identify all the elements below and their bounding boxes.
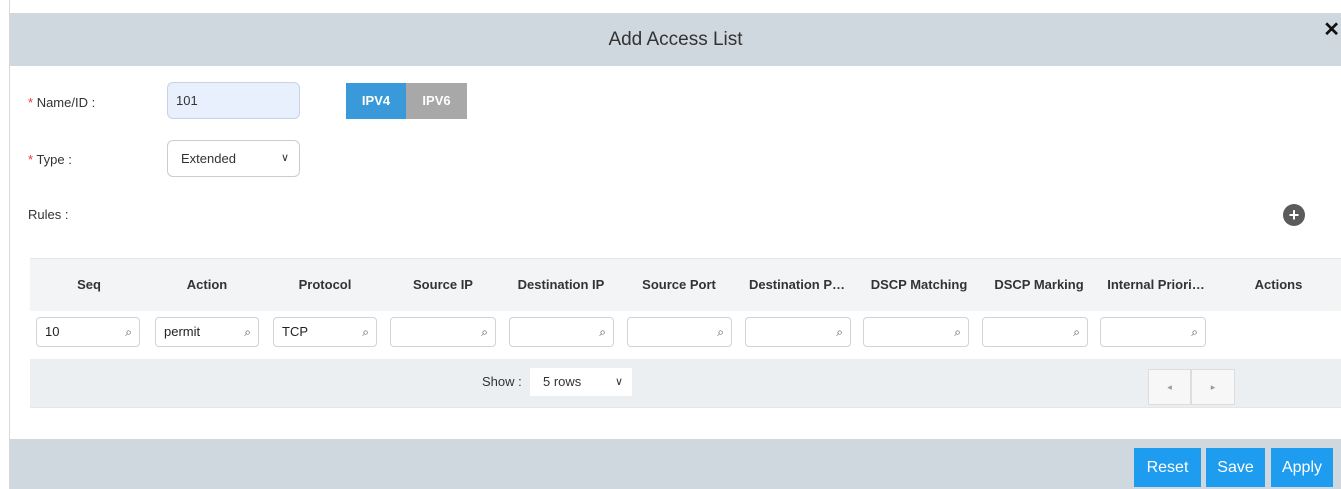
required-mark: * bbox=[28, 95, 34, 110]
ipv4-toggle[interactable]: IPV4 bbox=[346, 83, 406, 119]
search-icon: ⌕ bbox=[362, 325, 369, 339]
type-label: * Type : bbox=[28, 152, 72, 167]
type-select[interactable]: Extended ∨ bbox=[167, 140, 300, 177]
column-header[interactable]: Seq bbox=[30, 259, 148, 311]
apply-button[interactable]: Apply bbox=[1271, 448, 1333, 487]
column-header[interactable]: DSCP Matching bbox=[856, 259, 982, 311]
search-icon: ⌕ bbox=[1191, 325, 1198, 339]
search-icon: ⌕ bbox=[125, 325, 132, 339]
rules-table: Seq Action Protocol Source IP Destinatio… bbox=[30, 258, 1341, 408]
filter-row: 10 ⌕ permit ⌕ TCP ⌕ ⌕ ⌕ ⌕ ⌕ ⌕ ⌕ ⌕ bbox=[30, 311, 1341, 359]
dialog-footer: Reset Save Apply bbox=[10, 439, 1341, 489]
filter-input[interactable]: ⌕ bbox=[627, 317, 732, 347]
ipv6-toggle[interactable]: IPV6 bbox=[406, 83, 467, 119]
dialog-header: Add Access List bbox=[10, 13, 1341, 66]
close-icon[interactable]: ✕ bbox=[1323, 20, 1340, 40]
search-icon: ⌕ bbox=[1073, 325, 1080, 339]
table-header: Seq Action Protocol Source IP Destinatio… bbox=[30, 259, 1341, 311]
dialog-title: Add Access List bbox=[608, 29, 743, 50]
type-label-text: Type : bbox=[36, 152, 72, 167]
rules-label: Rules : bbox=[28, 207, 69, 222]
next-page-button[interactable]: ▸ bbox=[1191, 369, 1235, 405]
filter-value: TCP bbox=[282, 324, 308, 339]
filter-input[interactable]: ⌕ bbox=[745, 317, 851, 347]
filter-input[interactable]: ⌕ bbox=[863, 317, 969, 347]
filter-input[interactable]: ⌕ bbox=[390, 317, 496, 347]
name-id-input[interactable] bbox=[167, 82, 300, 119]
column-header[interactable]: Destination P… bbox=[738, 259, 856, 311]
prev-page-button[interactable]: ◂ bbox=[1148, 369, 1191, 405]
search-icon: ⌕ bbox=[954, 325, 961, 339]
filter-value: 10 bbox=[45, 324, 60, 339]
filter-input[interactable]: 10 ⌕ bbox=[36, 317, 140, 347]
column-header[interactable]: DSCP Marking bbox=[982, 259, 1096, 311]
column-header[interactable]: Internal Priori… bbox=[1096, 259, 1216, 311]
show-label: Show : bbox=[482, 374, 522, 389]
column-header[interactable]: Source IP bbox=[384, 259, 502, 311]
name-label-text: Name/ID : bbox=[36, 95, 96, 110]
filter-input[interactable]: ⌕ bbox=[1100, 317, 1206, 347]
chevron-down-icon: ∨ bbox=[280, 152, 289, 164]
search-icon: ⌕ bbox=[717, 325, 724, 339]
search-icon: ⌕ bbox=[244, 325, 251, 339]
pagination-bar: Show : 5 rows ∨ ◂ ▸ bbox=[30, 359, 1341, 407]
required-mark: * bbox=[28, 152, 34, 167]
rows-select-value: 5 rows bbox=[543, 374, 582, 389]
search-icon: ⌕ bbox=[481, 325, 488, 339]
filter-value: permit bbox=[164, 324, 201, 339]
column-header[interactable]: Protocol bbox=[266, 259, 384, 311]
add-rule-icon[interactable]: + bbox=[1283, 204, 1305, 226]
type-select-value: Extended bbox=[181, 151, 236, 166]
rows-per-page-select[interactable]: 5 rows ∨ bbox=[530, 368, 632, 396]
filter-input[interactable]: TCP ⌕ bbox=[273, 317, 377, 347]
search-icon: ⌕ bbox=[836, 325, 843, 339]
add-access-list-dialog: Add Access List ✕ * Name/ID : IPV4 IPV6 … bbox=[10, 0, 1341, 489]
column-header[interactable]: Actions bbox=[1216, 259, 1341, 311]
column-header[interactable]: Source Port bbox=[620, 259, 738, 311]
save-button[interactable]: Save bbox=[1206, 448, 1265, 487]
reset-button[interactable]: Reset bbox=[1134, 448, 1201, 487]
page-edge bbox=[0, 0, 10, 489]
name-label: * Name/ID : bbox=[28, 95, 95, 110]
column-header[interactable]: Action bbox=[148, 259, 266, 311]
filter-input[interactable]: ⌕ bbox=[982, 317, 1088, 347]
filter-input[interactable]: permit ⌕ bbox=[155, 317, 259, 347]
search-icon: ⌕ bbox=[599, 325, 606, 339]
chevron-down-icon: ∨ bbox=[614, 376, 623, 388]
filter-input[interactable]: ⌕ bbox=[509, 317, 614, 347]
column-header[interactable]: Destination IP bbox=[502, 259, 620, 311]
